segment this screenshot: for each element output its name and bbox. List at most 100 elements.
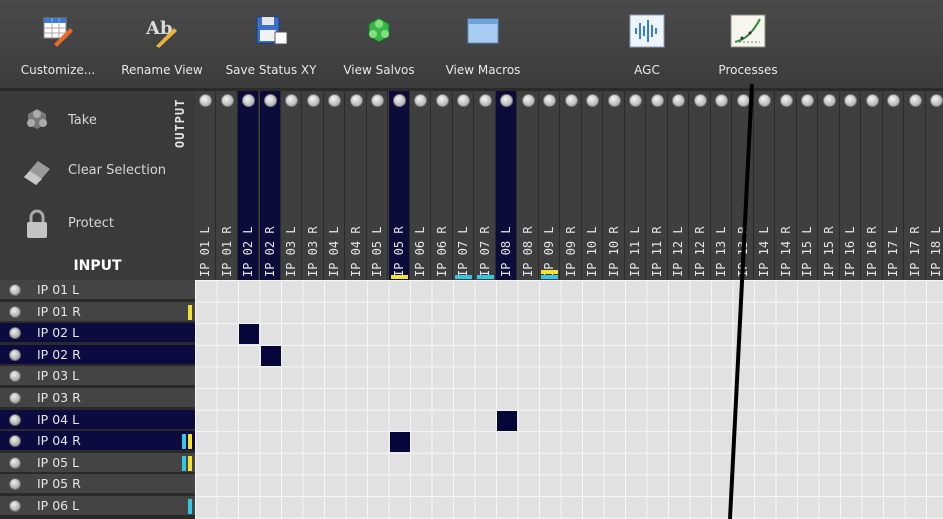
- output-column[interactable]: IP 07 R: [475, 91, 496, 280]
- output-column[interactable]: IP 09 L: [539, 91, 560, 280]
- output-lock-dot[interactable]: [349, 94, 363, 107]
- input-row[interactable]: IP 04 R: [0, 431, 195, 452]
- output-column[interactable]: IP 13 R: [733, 91, 754, 280]
- output-lock-dot[interactable]: [564, 94, 578, 107]
- output-column[interactable]: IP 04 R: [346, 91, 367, 280]
- input-row[interactable]: IP 05 L: [0, 452, 195, 473]
- input-row[interactable]: IP 01 L: [0, 280, 195, 300]
- output-column[interactable]: IP 01 R: [217, 91, 238, 280]
- input-row[interactable]: IP 02 L: [0, 323, 195, 344]
- input-lock-dot[interactable]: [9, 435, 21, 448]
- output-column[interactable]: IP 09 R: [561, 91, 582, 280]
- output-column[interactable]: IP 12 L: [668, 91, 689, 280]
- output-lock-dot[interactable]: [543, 94, 556, 107]
- output-column[interactable]: IP 02 R: [259, 91, 281, 280]
- output-lock-dot[interactable]: [908, 94, 922, 107]
- output-column[interactable]: IP 02 L: [238, 91, 259, 280]
- output-column[interactable]: IP 13 L: [711, 91, 732, 280]
- input-lock-dot[interactable]: [9, 370, 21, 383]
- output-column[interactable]: IP 07 L: [453, 91, 474, 280]
- output-lock-dot[interactable]: [435, 94, 449, 107]
- output-column[interactable]: IP 03 L: [281, 91, 302, 280]
- output-lock-dot[interactable]: [328, 94, 341, 107]
- output-column[interactable]: IP 05 R: [388, 91, 410, 280]
- output-lock-dot[interactable]: [693, 94, 707, 107]
- input-row[interactable]: IP 03 L: [0, 366, 195, 387]
- input-lock-dot[interactable]: [9, 284, 21, 296]
- output-lock-dot[interactable]: [607, 94, 621, 107]
- input-lock-dot[interactable]: [9, 478, 21, 491]
- output-lock-dot[interactable]: [306, 94, 320, 107]
- output-lock-dot[interactable]: [263, 94, 277, 107]
- save-status-button[interactable]: Save Status XY: [218, 0, 324, 88]
- input-row[interactable]: IP 05 R: [0, 474, 195, 495]
- output-lock-dot[interactable]: [629, 94, 642, 107]
- output-column[interactable]: IP 06 L: [410, 91, 431, 280]
- crosspoint-active[interactable]: [389, 432, 410, 453]
- input-row[interactable]: IP 06 L: [0, 496, 195, 516]
- input-lock-dot[interactable]: [9, 305, 21, 318]
- output-lock-dot[interactable]: [779, 94, 793, 107]
- output-column[interactable]: IP 08 R: [518, 91, 539, 280]
- output-column[interactable]: IP 16 R: [862, 91, 883, 280]
- output-lock-dot[interactable]: [457, 94, 470, 107]
- output-lock-dot[interactable]: [758, 94, 771, 107]
- input-lock-dot[interactable]: [9, 327, 21, 340]
- output-lock-dot[interactable]: [736, 94, 750, 107]
- crosspoint-grid[interactable]: [195, 280, 943, 519]
- output-column[interactable]: IP 18 L: [926, 91, 943, 280]
- output-column[interactable]: IP 17 L: [883, 91, 904, 280]
- crosspoint-active[interactable]: [497, 410, 517, 431]
- take-button[interactable]: Take: [20, 103, 170, 139]
- output-lock-dot[interactable]: [715, 94, 728, 107]
- input-lock-dot[interactable]: [9, 392, 21, 404]
- output-lock-dot[interactable]: [220, 94, 234, 107]
- output-lock-dot[interactable]: [672, 94, 685, 107]
- output-lock-dot[interactable]: [392, 94, 406, 107]
- output-column[interactable]: IP 06 R: [432, 91, 453, 280]
- output-lock-dot[interactable]: [199, 94, 212, 107]
- view-salvos-button[interactable]: View Salvos: [335, 0, 423, 88]
- output-column[interactable]: IP 10 R: [604, 91, 625, 280]
- output-lock-dot[interactable]: [930, 94, 943, 107]
- output-lock-dot[interactable]: [822, 94, 836, 107]
- output-column[interactable]: IP 10 L: [582, 91, 603, 280]
- input-row[interactable]: IP 03 R: [0, 388, 195, 408]
- protect-button[interactable]: Protect: [20, 206, 170, 242]
- rename-view-button[interactable]: Ab Rename View: [115, 0, 209, 88]
- input-lock-dot[interactable]: [9, 500, 21, 512]
- clear-selection-button[interactable]: Clear Selection: [20, 153, 170, 189]
- output-column[interactable]: IP 11 R: [647, 91, 668, 280]
- customize-button[interactable]: Customize...: [12, 0, 104, 88]
- input-row[interactable]: IP 01 R: [0, 301, 195, 322]
- output-lock-dot[interactable]: [887, 94, 900, 107]
- view-macros-button[interactable]: View Macros: [436, 0, 530, 88]
- crosspoint-active[interactable]: [239, 324, 259, 345]
- output-column[interactable]: IP 04 L: [324, 91, 345, 280]
- crosspoint-active[interactable]: [260, 345, 281, 366]
- output-column[interactable]: IP 01 L: [195, 91, 216, 280]
- output-column[interactable]: IP 12 R: [690, 91, 711, 280]
- output-lock-dot[interactable]: [242, 94, 255, 107]
- output-lock-dot[interactable]: [285, 94, 298, 107]
- output-column[interactable]: IP 05 L: [367, 91, 388, 280]
- output-lock-dot[interactable]: [801, 94, 814, 107]
- output-lock-dot[interactable]: [521, 94, 535, 107]
- output-lock-dot[interactable]: [650, 94, 664, 107]
- output-lock-dot[interactable]: [865, 94, 879, 107]
- input-row[interactable]: IP 02 R: [0, 344, 195, 365]
- input-lock-dot[interactable]: [9, 413, 21, 426]
- input-lock-dot[interactable]: [9, 348, 21, 361]
- output-column[interactable]: IP 16 L: [840, 91, 861, 280]
- input-lock-dot[interactable]: [9, 456, 21, 469]
- processes-button[interactable]: Processes: [710, 0, 786, 88]
- input-row[interactable]: IP 04 L: [0, 409, 195, 430]
- output-lock-dot[interactable]: [371, 94, 384, 107]
- output-column[interactable]: IP 17 R: [905, 91, 926, 280]
- output-lock-dot[interactable]: [500, 94, 513, 107]
- output-column[interactable]: IP 14 R: [776, 91, 797, 280]
- agc-button[interactable]: AGC: [614, 0, 680, 88]
- output-lock-dot[interactable]: [586, 94, 599, 107]
- output-column[interactable]: IP 03 R: [303, 91, 324, 280]
- output-column[interactable]: IP 14 L: [754, 91, 775, 280]
